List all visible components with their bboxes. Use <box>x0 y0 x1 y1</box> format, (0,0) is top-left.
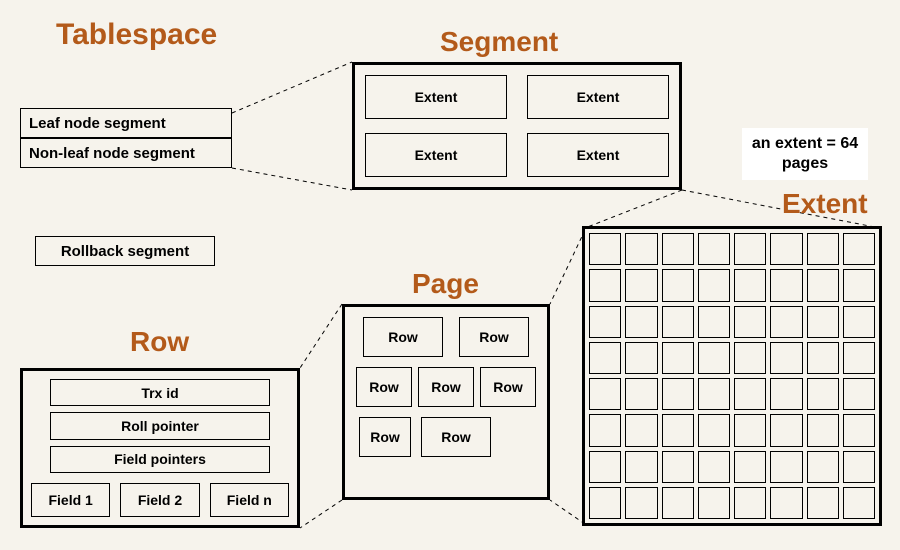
extent-box <box>582 226 882 526</box>
segment-heading: Segment <box>440 26 558 58</box>
extent-page-cell <box>770 306 802 338</box>
page-box: Row Row Row Row Row Row Row <box>342 304 550 500</box>
row-box: Trx id Roll pointer Field pointers Field… <box>20 368 300 528</box>
extent-page-cell <box>625 414 657 446</box>
extent-page-cell <box>662 342 694 374</box>
extent-page-cell <box>734 269 766 301</box>
extent-page-cell <box>807 342 839 374</box>
rollback-segment: Rollback segment <box>35 236 215 266</box>
extent-page-cell <box>698 487 730 519</box>
row-heading: Row <box>130 326 189 358</box>
extent-page-cell <box>589 342 621 374</box>
extent-page-cell <box>589 269 621 301</box>
extent-page-cell <box>843 269 875 301</box>
extent-page-cell <box>734 451 766 483</box>
extent-page-cell <box>625 233 657 265</box>
extent-page-cell <box>770 269 802 301</box>
extent-page-cell <box>662 487 694 519</box>
segment-box: Extent Extent Extent Extent <box>352 62 682 190</box>
segment-extent-cell: Extent <box>527 75 669 119</box>
extent-page-cell <box>589 233 621 265</box>
extent-page-cell <box>625 269 657 301</box>
extent-page-cell <box>589 378 621 410</box>
page-row-cell: Row <box>356 367 412 407</box>
extent-page-cell <box>843 378 875 410</box>
extent-page-cell <box>734 342 766 374</box>
extent-page-cell <box>770 414 802 446</box>
extent-page-cell <box>807 414 839 446</box>
extent-page-cell <box>843 233 875 265</box>
extent-page-cell <box>662 269 694 301</box>
extent-page-cell <box>807 451 839 483</box>
extent-note: an extent = 64 pages <box>742 128 868 180</box>
extent-page-cell <box>662 451 694 483</box>
extent-page-cell <box>662 233 694 265</box>
extent-page-cell <box>807 487 839 519</box>
extent-page-cell <box>698 269 730 301</box>
segment-extent-cell: Extent <box>527 133 669 177</box>
extent-page-cell <box>589 487 621 519</box>
extent-page-cell <box>770 378 802 410</box>
extent-page-cell <box>734 233 766 265</box>
extent-page-cell <box>770 342 802 374</box>
extent-page-cell <box>734 378 766 410</box>
extent-page-cell <box>843 414 875 446</box>
extent-page-cell <box>807 269 839 301</box>
extent-page-cell <box>843 451 875 483</box>
extent-page-cell <box>625 378 657 410</box>
extent-page-cell <box>625 451 657 483</box>
extent-page-cell <box>770 487 802 519</box>
page-row-cell: Row <box>459 317 529 357</box>
extent-page-cell <box>734 306 766 338</box>
page-row-cell: Row <box>418 367 474 407</box>
extent-page-cell <box>843 487 875 519</box>
row-field-cell: Field n <box>210 483 289 517</box>
extent-page-cell <box>662 306 694 338</box>
extent-page-cell <box>843 342 875 374</box>
extent-page-cell <box>589 414 621 446</box>
row-roll-pointer: Roll pointer <box>50 412 270 439</box>
leaf-node-segment: Leaf node segment <box>20 108 232 138</box>
extent-page-cell <box>734 487 766 519</box>
extent-page-cell <box>807 378 839 410</box>
extent-heading: Extent <box>782 188 868 220</box>
extent-page-cell <box>698 414 730 446</box>
extent-page-cell <box>589 451 621 483</box>
page-row-cell: Row <box>363 317 443 357</box>
extent-page-cell <box>625 487 657 519</box>
extent-page-cell <box>698 306 730 338</box>
extent-page-cell <box>807 233 839 265</box>
extent-page-cell <box>698 342 730 374</box>
extent-page-cell <box>698 378 730 410</box>
nonleaf-node-segment: Non-leaf node segment <box>20 138 232 168</box>
extent-page-cell <box>625 306 657 338</box>
segment-extent-cell: Extent <box>365 133 507 177</box>
page-row-cell: Row <box>480 367 536 407</box>
page-heading: Page <box>412 268 479 300</box>
row-field-pointers: Field pointers <box>50 446 270 473</box>
tablespace-heading: Tablespace <box>56 18 217 52</box>
extent-page-cell <box>807 306 839 338</box>
page-row-cell: Row <box>359 417 411 457</box>
extent-page-cell <box>698 233 730 265</box>
row-trx-id: Trx id <box>50 379 270 406</box>
page-row-cell: Row <box>421 417 491 457</box>
extent-page-cell <box>625 342 657 374</box>
extent-page-cell <box>770 451 802 483</box>
extent-page-cell <box>734 414 766 446</box>
extent-page-cell <box>662 378 694 410</box>
extent-page-cell <box>770 233 802 265</box>
extent-page-cell <box>843 306 875 338</box>
extent-page-cell <box>589 306 621 338</box>
segment-extent-cell: Extent <box>365 75 507 119</box>
row-field-cell: Field 1 <box>31 483 110 517</box>
row-field-cell: Field 2 <box>120 483 199 517</box>
extent-page-cell <box>698 451 730 483</box>
extent-page-cell <box>662 414 694 446</box>
